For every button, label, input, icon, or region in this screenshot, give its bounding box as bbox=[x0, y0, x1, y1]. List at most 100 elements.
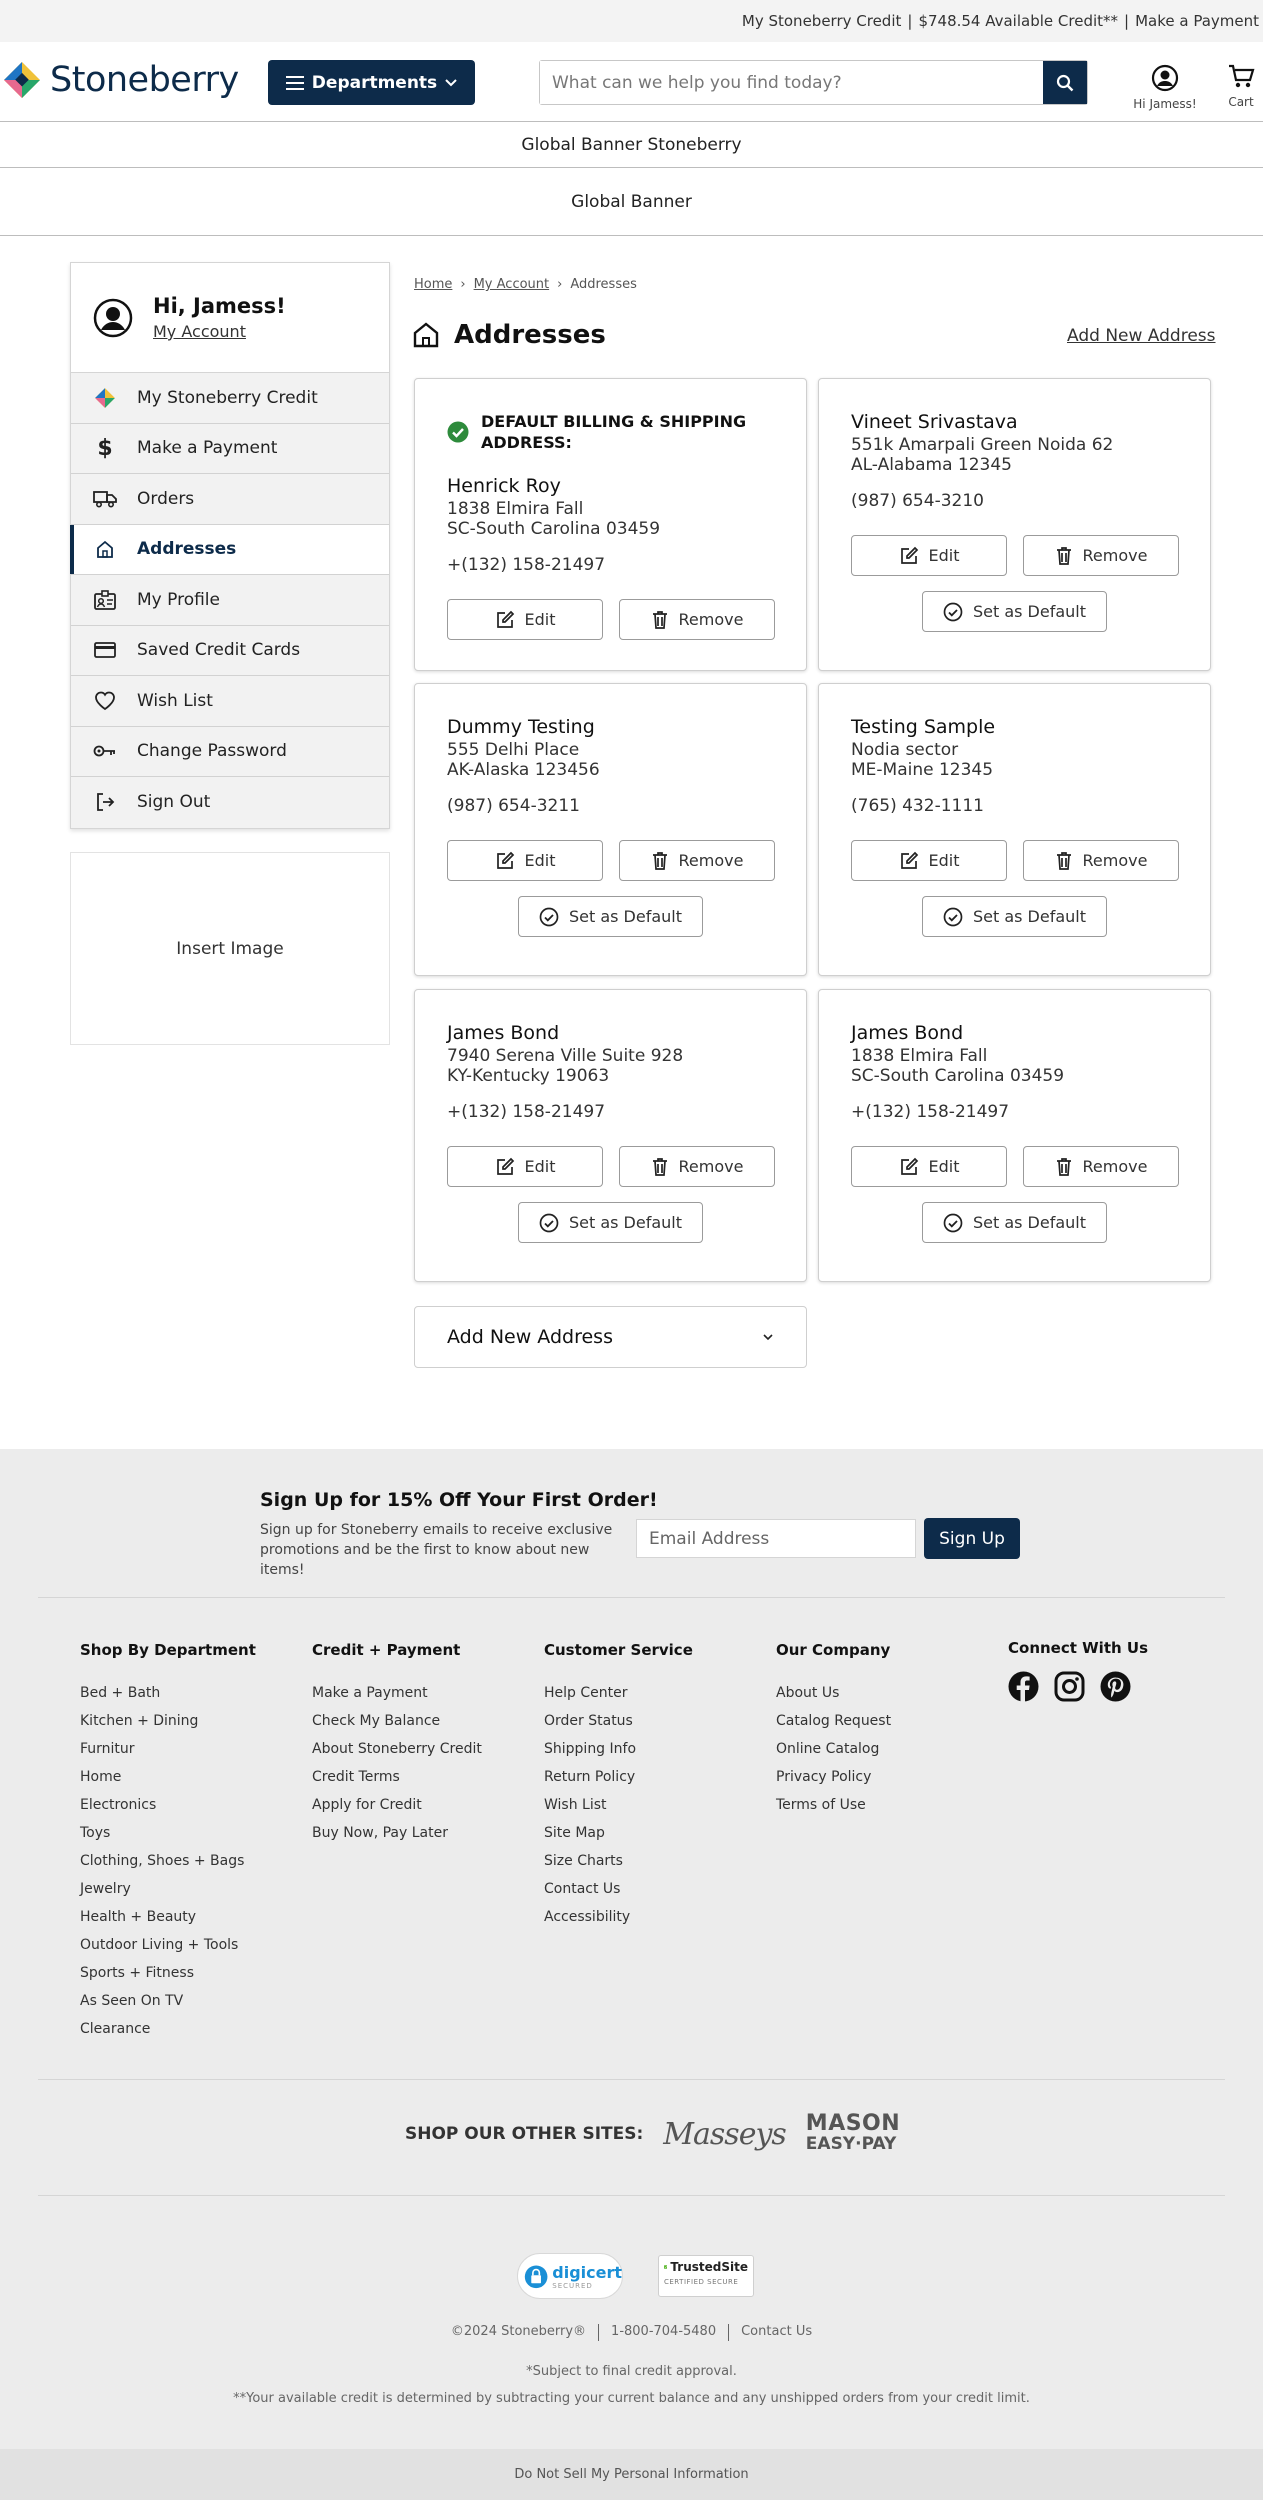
search-input[interactable] bbox=[540, 61, 1043, 104]
sidebar-item-my-profile[interactable]: My Profile bbox=[71, 575, 389, 626]
search-button[interactable] bbox=[1043, 61, 1087, 104]
instagram-icon[interactable] bbox=[1054, 1671, 1085, 1702]
footer-link[interactable]: Terms of Use bbox=[776, 1791, 891, 1819]
chevron-right-icon: › bbox=[460, 277, 466, 292]
set-as-default-button[interactable]: Set as Default bbox=[922, 591, 1107, 632]
masseys-logo[interactable]: Masseys bbox=[663, 2117, 786, 2152]
footer-link[interactable]: Contact Us bbox=[544, 1875, 693, 1903]
sidebar-item-addresses[interactable]: Addresses bbox=[70, 524, 389, 575]
remove-button[interactable]: Remove bbox=[1023, 535, 1179, 576]
sidebar-item-sign-out[interactable]: Sign Out bbox=[71, 777, 389, 828]
footer-link[interactable]: Credit Terms bbox=[312, 1763, 482, 1791]
footer-link[interactable]: Home bbox=[80, 1763, 256, 1791]
footer-link[interactable]: Clearance bbox=[80, 2015, 256, 2043]
contact-us-link[interactable]: Contact Us bbox=[741, 2324, 812, 2341]
footer-link[interactable]: Help Center bbox=[544, 1679, 693, 1707]
footer-column-title: Our Company bbox=[776, 1641, 891, 1659]
footer-link[interactable]: Jewelry bbox=[80, 1875, 256, 1903]
add-new-address-accordion[interactable]: Add New Address bbox=[414, 1306, 807, 1368]
footer-link[interactable]: Health + Beauty bbox=[80, 1903, 256, 1931]
my-account-link[interactable]: My Account bbox=[153, 322, 286, 341]
footer-link[interactable]: Kitchen + Dining bbox=[80, 1707, 256, 1735]
breadcrumb-my-account[interactable]: My Account bbox=[474, 277, 550, 292]
stoneberry-logo[interactable]: Stoneberry bbox=[2, 60, 239, 100]
edit-button[interactable]: Edit bbox=[447, 840, 603, 881]
sidebar-item-saved-credit-cards[interactable]: Saved Credit Cards bbox=[71, 625, 389, 676]
cart-icon bbox=[1229, 64, 1255, 88]
footer-link[interactable]: Outdoor Living + Tools bbox=[80, 1931, 256, 1959]
sidebar-header: Hi, Jamess! My Account bbox=[71, 263, 389, 373]
digicert-text: digicert bbox=[552, 2262, 622, 2282]
footer-column-title: Credit + Payment bbox=[312, 1641, 461, 1659]
sidebar-item-orders[interactable]: Orders bbox=[71, 474, 389, 525]
footer-link[interactable]: Accessibility bbox=[544, 1903, 693, 1931]
footer-link[interactable]: Make a Payment bbox=[312, 1679, 482, 1707]
footer-link[interactable]: About Stoneberry Credit bbox=[312, 1735, 482, 1763]
edit-button[interactable]: Edit bbox=[851, 1146, 1007, 1187]
chevron-down-icon bbox=[763, 1334, 773, 1341]
phone-number[interactable]: 1-800-704-5480 bbox=[611, 2324, 716, 2341]
remove-button[interactable]: Remove bbox=[619, 840, 775, 881]
remove-button[interactable]: Remove bbox=[619, 1146, 775, 1187]
footer-link[interactable]: Site Map bbox=[544, 1819, 693, 1847]
remove-button[interactable]: Remove bbox=[1023, 840, 1179, 881]
footer-link[interactable]: Online Catalog bbox=[776, 1735, 891, 1763]
footer-link[interactable]: As Seen On TV bbox=[80, 1987, 256, 2015]
sidebar-item-change-password[interactable]: Change Password bbox=[71, 726, 389, 777]
sidebar-item-my-stoneberry-credit[interactable]: My Stoneberry Credit bbox=[71, 373, 389, 424]
trustedsite-seal[interactable]: TrustedSite CERTIFIED SECURE bbox=[658, 2255, 754, 2297]
signup-text: Sign up for Stoneberry emails to receive… bbox=[260, 1522, 613, 1578]
footer-link[interactable]: Electronics bbox=[80, 1791, 256, 1819]
footer-link[interactable]: Catalog Request bbox=[776, 1707, 891, 1735]
breadcrumb-home[interactable]: Home bbox=[414, 277, 452, 292]
footer-link[interactable]: About Us bbox=[776, 1679, 891, 1707]
footer-link[interactable]: Wish List bbox=[544, 1791, 693, 1819]
digicert-seal[interactable]: digicert SECURED bbox=[517, 2253, 623, 2299]
global-banner-stoneberry[interactable]: Global Banner Stoneberry bbox=[0, 122, 1263, 168]
account-sidebar: Hi, Jamess! My Account My Stoneberry Cre… bbox=[70, 262, 390, 829]
footer-link[interactable]: Check My Balance bbox=[312, 1707, 482, 1735]
edit-icon bbox=[496, 1157, 514, 1175]
signup-button[interactable]: Sign Up bbox=[924, 1518, 1020, 1559]
default-address-label: DEFAULT BILLING & SHIPPING ADDRESS: bbox=[481, 412, 747, 452]
footer-link[interactable]: Privacy Policy bbox=[776, 1763, 891, 1791]
departments-button[interactable]: Departments bbox=[268, 60, 475, 105]
remove-button[interactable]: Remove bbox=[1023, 1146, 1179, 1187]
add-new-address-link[interactable]: Add New Address bbox=[1067, 326, 1216, 346]
pinterest-icon[interactable] bbox=[1100, 1671, 1131, 1702]
footer-link[interactable]: Shipping Info bbox=[544, 1735, 693, 1763]
facebook-icon[interactable] bbox=[1008, 1671, 1039, 1702]
footer-link[interactable]: Return Policy bbox=[544, 1763, 693, 1791]
edit-button[interactable]: Edit bbox=[851, 840, 1007, 881]
set-as-default-button[interactable]: Set as Default bbox=[518, 1202, 703, 1243]
footer-link[interactable]: Order Status bbox=[544, 1707, 693, 1735]
set-as-default-button[interactable]: Set as Default bbox=[922, 896, 1107, 937]
sidebar-item-make-a-payment[interactable]: $ Make a Payment bbox=[71, 423, 389, 474]
set-as-default-button[interactable]: Set as Default bbox=[922, 1202, 1107, 1243]
edit-button[interactable]: Edit bbox=[447, 599, 603, 640]
remove-button[interactable]: Remove bbox=[619, 599, 775, 640]
edit-button[interactable]: Edit bbox=[447, 1146, 603, 1187]
mason-logo-line: MASON bbox=[805, 2111, 901, 2136]
my-stoneberry-credit-link[interactable]: My Stoneberry Credit bbox=[742, 12, 901, 30]
search-bar bbox=[539, 60, 1088, 105]
edit-button[interactable]: Edit bbox=[851, 535, 1007, 576]
footer-link[interactable]: Sports + Fitness bbox=[80, 1959, 256, 1987]
footer-link[interactable]: Clothing, Shoes + Bags bbox=[80, 1847, 256, 1875]
footer-column-our-company: Our Company About Us Catalog Request Onl… bbox=[776, 1641, 891, 1819]
footer-link[interactable]: Furnitur bbox=[80, 1735, 256, 1763]
footer-link[interactable]: Buy Now, Pay Later bbox=[312, 1819, 482, 1847]
footer-link[interactable]: Toys bbox=[80, 1819, 256, 1847]
account-button[interactable]: Hi Jamess! bbox=[1126, 60, 1204, 111]
footer-link[interactable]: Apply for Credit bbox=[312, 1791, 482, 1819]
set-as-default-button[interactable]: Set as Default bbox=[518, 896, 703, 937]
footer-link[interactable]: Bed + Bath bbox=[80, 1679, 256, 1707]
do-not-sell-link[interactable]: Do Not Sell My Personal Information bbox=[0, 2449, 1263, 2500]
sidebar-item-wish-list[interactable]: Wish List bbox=[71, 676, 389, 727]
make-payment-link[interactable]: Make a Payment bbox=[1135, 12, 1259, 30]
footer-link[interactable]: Size Charts bbox=[544, 1847, 693, 1875]
mason-easy-pay-logo[interactable]: MASON EASY·PAY bbox=[805, 2111, 901, 2155]
cart-button[interactable]: Cart bbox=[1222, 60, 1260, 110]
global-banner[interactable]: Global Banner bbox=[0, 168, 1263, 236]
email-field[interactable] bbox=[636, 1519, 916, 1558]
